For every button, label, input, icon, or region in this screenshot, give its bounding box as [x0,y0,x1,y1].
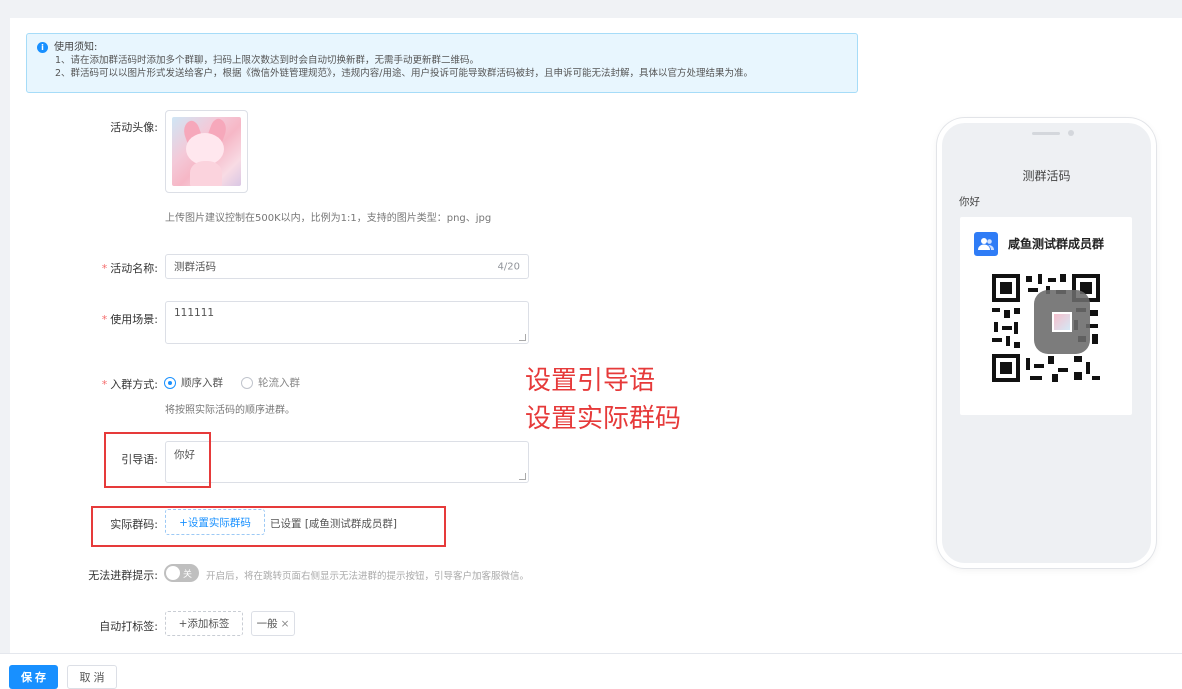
name-label: * 活动名称: [101,262,158,275]
resize-grip-icon[interactable] [519,473,526,480]
noentry-hint: 开启后，将在跳转页面右侧显示无法进群的提示按钮，引导客户加客服微信。 [206,571,530,582]
add-tag-button[interactable]: +添加标签 [165,611,243,636]
tag-chip: 一般 × [251,611,295,636]
phone-camera [1068,130,1074,136]
preview-title: 测群活码 [1022,169,1071,183]
avatar-image [172,117,241,186]
qr-blur-overlay [1034,290,1090,354]
activity-name-value: 测群活码 [174,261,216,273]
guide-textarea[interactable]: 你好 [165,441,529,483]
notice-title: 使用须知: [54,42,98,53]
notice-line-1: 1、请在添加群活码时添加多个群聊，扫码上限次数达到时会自动切换新群，无需手动更新… [55,55,480,66]
name-char-count: 4/20 [497,261,520,272]
radio-sequential-label: 顺序入群 [181,377,223,389]
tag-label: 自动打标签: [99,620,158,633]
join-hint: 将按照实际活码的顺序进群。 [165,405,295,416]
top-bar [0,0,1182,18]
code-highlight-box [91,506,446,547]
phone-preview: 测群活码 你好 咸鱼测试群成员群 [937,118,1156,568]
avatar-label: 活动头像: [110,121,158,134]
scene-textarea[interactable]: 111111 [165,301,529,344]
resize-grip-icon[interactable] [519,334,526,341]
switch-knob [166,566,180,580]
footer-bar [0,653,1182,689]
cancel-button[interactable]: 取 消 [67,665,117,689]
scene-label: * 使用场景: [101,313,158,326]
scene-value: 111111 [174,307,215,319]
radio-checked-icon [164,376,176,389]
usage-notice: i 使用须知: 1、请在添加群活码时添加多个群聊，扫码上限次数达到时会自动切换新… [26,33,858,93]
scene-label-text: 使用场景: [110,313,158,326]
group-name: 咸鱼测试群成员群 [1008,237,1105,251]
info-icon: i [37,42,48,53]
join-label: * 入群方式: [101,378,158,391]
avatar-upload[interactable] [165,110,248,193]
phone-speaker [1032,132,1060,135]
group-users-icon [974,232,998,256]
avatar-hint: 上传图片建议控制在500K以内，比例为1:1，支持的图片类型：png、jpg [165,213,492,224]
radio-rotate-label: 轮流入群 [258,377,300,389]
switch-text: 关 [183,570,193,580]
save-button[interactable]: 保 存 [9,665,58,689]
tag-chip-label: 一般 [256,618,278,630]
radio-unchecked-icon [241,376,253,389]
noentry-label: 无法进群提示: [88,569,158,582]
annotation-line-2: 设置实际群码 [525,404,682,434]
guide-highlight-box [104,432,211,488]
noentry-switch[interactable]: 关 [164,564,199,582]
tag-close-icon[interactable]: × [281,618,290,630]
radio-rotate[interactable]: 轮流入群 [241,375,300,390]
left-strip [0,18,10,653]
join-label-text: 入群方式: [110,378,158,391]
radio-sequential[interactable]: 顺序入群 [164,375,223,390]
qr-code [990,272,1102,384]
qr-center-logo [1052,312,1072,332]
preview-greeting: 你好 [959,196,980,208]
annotation-line-1: 设置引导语 [525,366,656,396]
activity-name-input[interactable]: 测群活码 4/20 [165,254,529,279]
group-card: 咸鱼测试群成员群 [960,217,1132,415]
notice-line-2: 2、群活码可以以图片形式发送给客户，根据《微信外链管理规范》，违规内容/用途、用… [55,68,753,79]
name-label-text: 活动名称: [110,262,158,275]
